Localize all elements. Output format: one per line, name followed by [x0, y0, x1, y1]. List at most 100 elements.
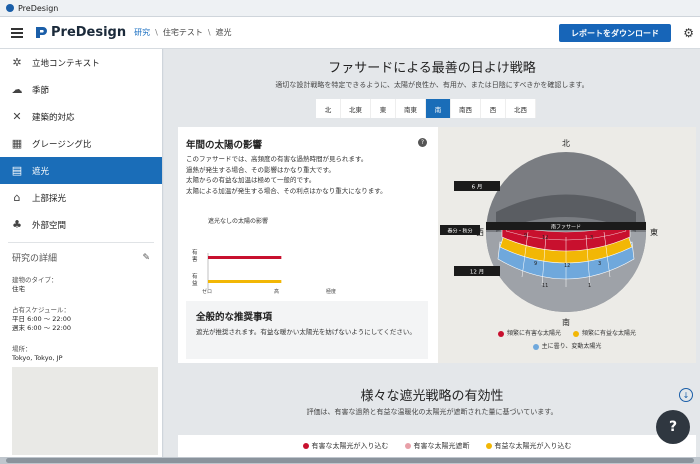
help-icon[interactable]: ? — [418, 138, 427, 147]
hour-label: 3 — [598, 261, 601, 267]
description-line: 過熱が発生する場合、その影響はかなり重大です。 — [186, 165, 335, 174]
recommendation-title: 全般的な推奨事項 — [196, 312, 273, 323]
building-type-label: 建物のタイプ： — [12, 276, 58, 284]
tab-west[interactable]: 西 — [481, 99, 506, 118]
sidebar-item-shading[interactable]: ▤ 遮光 — [0, 157, 162, 184]
sidebar: ✲ 立地コンテキスト ☁ 季節 ✕ 建築的対応 ▦ グレージング比 ▤ 遮光 ⌂… — [0, 49, 163, 457]
sidebar-item-label: 季節 — [32, 85, 50, 96]
december-label: 12 月 — [470, 269, 484, 276]
hour-label: 3 — [590, 235, 593, 241]
gear-icon[interactable]: ⚙ — [683, 26, 694, 40]
hamburger-menu-icon[interactable] — [11, 26, 23, 40]
sidebar-item-label: 外部空間 — [32, 220, 67, 231]
legend-cloudy: 主に曇り、変動太陽光 — [532, 341, 601, 350]
pencil-icon[interactable]: ✎ — [142, 253, 150, 263]
skylight-icon: ⌂ — [13, 191, 21, 204]
study-details-header: 研究の詳細 ✎ — [0, 243, 162, 270]
tab-north[interactable]: 北 — [316, 99, 341, 118]
category-label: 益 — [192, 279, 198, 287]
hour-label: 1 — [588, 283, 591, 289]
x-tick-label: ゼロ — [202, 288, 212, 295]
study-details: 建物のタイプ： 住宅 占有スケジュール： 平日 6:00 ～ 22:00 週末 … — [0, 276, 162, 363]
sidebar-item-outdoor[interactable]: ♣ 外部空間 — [0, 211, 162, 238]
description-line: このファサードでは、高頻度の有害な過熱時間が見られます。 — [186, 155, 368, 163]
section2-title: 様々な遮光戦略の有効性 — [360, 389, 504, 404]
tab-east[interactable]: 東 — [371, 99, 396, 118]
category-label: 有 — [192, 272, 198, 280]
page-subtitle: 適切な設計戦略を特定できるように、太陽が良性か、有用か、または日陰にすべきかを確… — [275, 81, 589, 89]
download-report-button[interactable]: レポートをダウンロード — [559, 24, 671, 42]
south-label: 南 — [562, 317, 570, 327]
schedule-label: 占有スケジュール： — [12, 306, 71, 314]
legend-harmful-enters: 有害な太陽光が入り込む — [302, 441, 389, 451]
scrollbar-thumb[interactable] — [6, 458, 694, 463]
chart-title: 遮光なしの太陽の影響 — [208, 218, 269, 225]
schedule-weekend: 週末 6:00 ～ 22:00 — [12, 324, 72, 332]
section2-subtitle: 評価は、有害な過熱と有益な温暖化の太陽光が遮断された量に基づいています。 — [306, 408, 558, 416]
legend-harmful: 頻繁に有害な太陽光 — [497, 328, 561, 337]
schedule-weekday: 平日 6:00 ～ 22:00 — [12, 315, 72, 323]
direction-tabs: 北 北東 東 南東 南 南西 西 北西 — [316, 99, 536, 118]
predesign-logo-icon — [36, 27, 47, 38]
category-label: 有 — [192, 248, 198, 256]
hour-label: 12 — [542, 235, 548, 241]
sidebar-item-architectural[interactable]: ✕ 建築的対応 — [0, 103, 162, 130]
window-icon: ▦ — [11, 137, 23, 150]
hour-label: 11 — [542, 283, 548, 289]
strategy-legend: 有害な太陽光が入り込む 有害な太陽光遮断 有益な太陽光が入り込む — [178, 435, 696, 457]
solar-impact-panel: 年間の太陽の影響 ? このファサードでは、高頻度の有害な過熱時間が見られます。 … — [178, 127, 436, 363]
hour-label: 12 — [564, 263, 570, 269]
window-titlebar: PreDesign — [0, 0, 700, 17]
breadcrumb-separator: \ — [207, 28, 211, 37]
breadcrumb-separator: \ — [155, 28, 158, 37]
solar-impact-title: 年間の太陽の影響 — [186, 140, 263, 151]
sidebar-item-label: 建築的対応 — [32, 112, 75, 123]
x-tick-label: 極度 — [326, 288, 336, 295]
tab-south[interactable]: 南 — [426, 99, 451, 118]
legend-beneficial-enters: 有益な太陽光が入り込む — [485, 441, 572, 451]
june-label: 6 月 — [472, 184, 483, 191]
recommendation-text: 遮光が推奨されます。有益な暖かい太陽光を妨げないようにしてください。 — [196, 328, 416, 336]
location-label: 場所： — [12, 345, 32, 353]
sun-path-diagram: 南ファサード 北 南 東 西 6 月 春分・秋分 12 月 12 9 3 12 — [440, 139, 658, 327]
page-title: ファサードによる最善の日よけ戦略 — [328, 61, 536, 76]
tab-southeast[interactable]: 南東 — [396, 99, 426, 118]
main-content: ファサードによる最善の日よけ戦略 適切な設計戦略を特定できるように、太陽が良性か… — [164, 49, 700, 457]
study-details-title: 研究の詳細 — [12, 254, 58, 264]
sidebar-item-glazing[interactable]: ▦ グレージング比 — [0, 130, 162, 157]
tab-northeast[interactable]: 北東 — [341, 99, 371, 118]
building-type-value: 住宅 — [12, 285, 25, 293]
horizontal-scrollbar[interactable] — [0, 457, 700, 464]
breadcrumb-current: 遮光 — [215, 28, 232, 37]
app-icon — [6, 4, 14, 12]
east-label: 東 — [650, 227, 658, 237]
sun-path-legend: 頻繁に有害な太陽光 頻繁に有益な太陽光 主に曇り、変動太陽光 — [438, 328, 696, 354]
chart-bar — [208, 256, 282, 259]
weather-icon: ☁ — [11, 83, 23, 96]
sidebar-item-site-context[interactable]: ✲ 立地コンテキスト — [0, 49, 162, 76]
sidebar-item-label: 遮光 — [32, 166, 50, 177]
legend-harmful-blocked: 有害な太陽光遮断 — [404, 441, 470, 451]
hour-label: 9 — [534, 261, 537, 267]
download-icon[interactable]: ↓ — [679, 388, 693, 402]
solar-impact-bar-chart: 有害有益ゼロ高極度 — [192, 248, 336, 295]
solar-impact-description: このファサードでは、高頻度の有害な過熱時間が見られます。 過熱が発生する場合、そ… — [186, 154, 430, 196]
category-label: 害 — [192, 255, 198, 263]
sun-compass-icon: ✲ — [12, 56, 22, 69]
north-label: 北 — [562, 139, 570, 148]
sidebar-item-label: 上部採光 — [32, 193, 67, 204]
hour-label: 9 — [524, 233, 527, 239]
sidebar-item-label: 立地コンテキスト — [32, 58, 100, 69]
tab-southwest[interactable]: 南西 — [451, 99, 481, 118]
site-map-image — [12, 367, 158, 455]
shading-icon: ▤ — [11, 164, 23, 177]
sidebar-item-skylight[interactable]: ⌂ 上部採光 — [0, 184, 162, 211]
breadcrumb-project[interactable]: 住宅テスト — [163, 27, 203, 38]
breadcrumb-study[interactable]: 研究 — [134, 27, 150, 38]
window-title: PreDesign — [18, 3, 59, 13]
help-chat-button[interactable]: ? — [656, 410, 690, 444]
tab-northwest[interactable]: 北西 — [506, 99, 536, 118]
sidebar-item-seasons[interactable]: ☁ 季節 — [0, 76, 162, 103]
recommendation-box: 全般的な推奨事項 遮光が推奨されます。有益な暖かい太陽光を妨げないようにしてくだ… — [186, 301, 428, 359]
app-logo-text: PreDesign — [51, 25, 127, 40]
